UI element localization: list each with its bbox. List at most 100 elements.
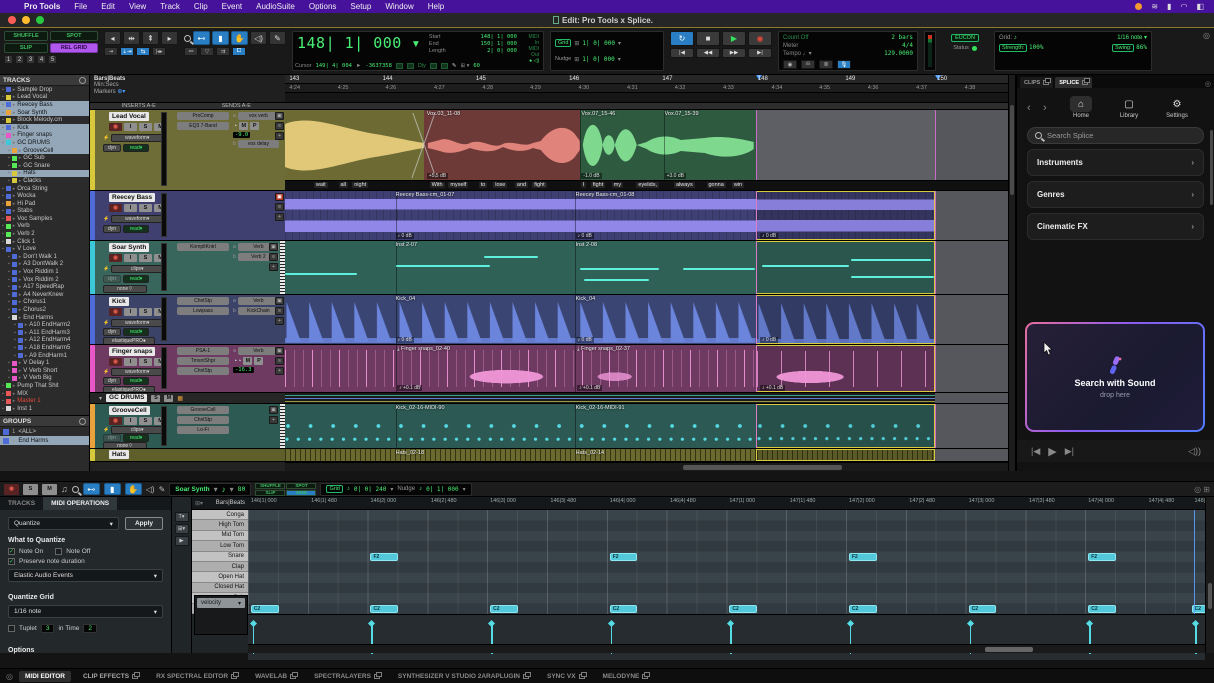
edit-selection[interactable] <box>756 110 935 180</box>
lane-view-tool[interactable]: ⊞▾ <box>175 524 189 534</box>
conductor-button[interactable]: ⎌ <box>801 60 815 69</box>
send-pre-button[interactable]: P <box>254 357 263 365</box>
edit-mode-button[interactable]: SPOT <box>50 31 98 41</box>
track-name[interactable]: Lead Vocal <box>109 112 149 121</box>
add-insert-icon[interactable]: + <box>275 132 284 140</box>
track-list-item[interactable]: ▪ ▸ Chorus1 <box>0 299 89 307</box>
track-selector-tool[interactable]: T▾ <box>175 512 189 522</box>
zoom-horizontal-icon[interactable]: ⇹ <box>123 31 140 45</box>
midi-note[interactable] <box>851 276 934 278</box>
zoom-vertical-icon[interactable]: ⇞ <box>142 31 159 45</box>
midi-grid-value[interactable]: 0| 0| 240 <box>354 486 387 493</box>
track-freeze-icon[interactable]: ▪ <box>8 299 10 305</box>
clip-name[interactable]: Kick_02-16-MIDI-90 <box>396 405 445 411</box>
layered-editing-button[interactable]: ⧠ <box>232 47 246 56</box>
zoom-out-icon[interactable]: ◂ <box>104 31 121 45</box>
clip-gain[interactable]: ♪ 0 dB <box>760 233 778 239</box>
record-enable-button[interactable]: ◉ <box>109 204 122 212</box>
midi-default-velocity[interactable]: 80 <box>238 485 246 493</box>
track-lane-gc-drums[interactable] <box>285 393 1008 404</box>
track-freeze-icon[interactable]: ▪ <box>2 110 4 116</box>
trim-tool-button[interactable]: ⊷ <box>83 483 100 495</box>
track-list-item[interactable]: ▪ ▸ GrooveCell <box>0 147 89 155</box>
clip-name[interactable]: Hats_02-14 <box>576 450 604 456</box>
insert-plugin-button[interactable]: ProComp <box>177 112 229 120</box>
midi-note[interactable] <box>285 273 357 275</box>
scrollbar-thumb[interactable] <box>683 465 842 470</box>
send-mute-button[interactable]: M <box>239 122 248 130</box>
add-insert-icon[interactable]: + <box>275 367 284 375</box>
track-list-item[interactable]: ▪ ▸ Finger snaps <box>0 132 89 140</box>
track-list-item[interactable]: ▪ ▸ Don't Walk 1 <box>0 253 89 261</box>
track-freeze-icon[interactable]: ▪ <box>2 231 4 237</box>
bottom-tab[interactable]: MELODYNE <box>597 671 655 682</box>
return-to-zero-button[interactable]: |◀ <box>670 48 694 58</box>
track-freeze-icon[interactable]: ▪ <box>8 292 10 298</box>
solo-button[interactable]: S <box>139 204 152 212</box>
lyric-marker[interactable]: With <box>430 182 445 188</box>
track-freeze-icon[interactable]: ▪ <box>2 208 4 214</box>
grabber-tool-button[interactable]: ✋ <box>231 31 248 45</box>
track-list-item[interactable]: ▪ ▸ Inst 1 <box>0 405 89 413</box>
solo-button[interactable]: S <box>139 254 152 262</box>
clip-name[interactable]: Hats_02-18 <box>396 450 424 456</box>
track-freeze-icon[interactable]: ▪ <box>2 391 4 397</box>
swing-label[interactable]: Swing: <box>1112 44 1135 52</box>
send-button[interactable]: Verb <box>238 297 279 305</box>
dyn-selector[interactable]: dyn <box>103 434 121 442</box>
dyn-selector[interactable]: dyn <box>103 377 121 385</box>
grid-toggle[interactable]: Grid <box>555 39 571 47</box>
pre-roll-button[interactable]: 🎙 <box>837 60 851 69</box>
track-freeze-icon[interactable]: ▪ <box>14 353 16 359</box>
input-monitor-button[interactable]: I <box>124 254 137 262</box>
group-item[interactable]: a End Harms <box>0 436 89 445</box>
track-name[interactable]: Reecey Bass <box>109 193 155 202</box>
clip-gain[interactable]: +5.5 dB <box>427 173 448 179</box>
nav-back-icon[interactable]: ‹ <box>1027 102 1039 114</box>
menu-item[interactable]: Event <box>222 2 242 11</box>
send-pan-knob[interactable]: ◔◔ <box>233 358 241 365</box>
record-enable-button[interactable]: ◉ <box>109 254 122 262</box>
midi-toolbar-options-icon[interactable]: ◎ ⊞ <box>1194 485 1210 494</box>
splice-library-button[interactable]: ▢Library <box>1107 96 1151 119</box>
record-enable-button[interactable]: ◉ <box>4 484 19 495</box>
track-freeze-icon[interactable]: ▪ <box>8 178 10 184</box>
elastic-audio-selector[interactable]: elastiquePRO ● <box>103 337 155 345</box>
drum-lane-name[interactable]: Mid Tom <box>192 531 248 541</box>
track-view-selector[interactable]: waveform ▾ <box>111 134 163 142</box>
quantize-grid-dropdown[interactable]: 1/16 note▾ <box>8 605 163 618</box>
track-lane-finger-snaps[interactable]: ⤓ Finger snaps_02-40⤓ Finger snaps_02-37… <box>285 345 1008 393</box>
track-list-item[interactable]: ▪ ▸ V Love <box>0 245 89 253</box>
track-name[interactable]: Kick <box>109 297 129 306</box>
speaker-icon[interactable]: ◁) <box>146 485 155 494</box>
automation-mode-selector[interactable]: read ▾ <box>123 377 149 385</box>
track-freeze-icon[interactable]: ▪ <box>2 246 4 252</box>
clip-gain[interactable]: ♪ +0.1 dB <box>760 385 785 391</box>
track-options-icon[interactable]: ▣ <box>275 297 284 305</box>
record-enable-button[interactable]: ◉ <box>109 123 122 131</box>
track-header-reecey-bass[interactable]: Reecey Bass ◉ISM ⚡waveform ▾ dynread ▾ ▣… <box>90 191 285 241</box>
main-counter[interactable]: 148| 1| 000 ▾ <box>297 34 421 64</box>
go-to-end-button[interactable]: ▶| <box>748 48 772 58</box>
default-velocity-value[interactable]: 60 <box>473 63 480 69</box>
clip-gain[interactable]: ♪ 0 dB <box>576 337 594 343</box>
track-freeze-icon[interactable]: ▪ <box>2 383 4 389</box>
lyric-marker[interactable]: my <box>612 182 623 188</box>
track-list-item[interactable]: ▪ ▸ A3 DontWalk 2 <box>0 261 89 269</box>
insert-plugin-button[interactable]: TrnsntShpr <box>177 357 229 365</box>
bottom-tab[interactable]: SYNC VX <box>541 671 591 682</box>
sends-header-label[interactable]: SENDS A-E <box>188 103 286 109</box>
track-header-gc-drums[interactable]: ▾ GC DRUMS S M ▦ <box>90 393 285 404</box>
track-freeze-icon[interactable]: ▪ <box>8 269 10 275</box>
volume-icon[interactable]: ◁)) <box>1188 446 1201 457</box>
min-secs-ruler[interactable]: 4:244:254:264:274:284:294:304:314:324:33… <box>285 84 1008 93</box>
midi-note-grid[interactable]: 146|1| 000146|1| 480146|2| 000146|2| 480… <box>248 497 1205 653</box>
midi-note-kick[interactable]: C2 <box>729 605 757 613</box>
loop-playback-button[interactable]: ↻ <box>670 31 694 46</box>
track-freeze-icon[interactable]: ▪ <box>2 186 4 192</box>
inserts-header-label[interactable]: INSERTS A-E <box>90 103 188 109</box>
clip-name[interactable]: ⤓ Finger snaps_02-40 <box>397 346 450 353</box>
insert-plugin-button[interactable]: Lo-Fi <box>177 426 229 434</box>
track-view-selector[interactable]: waveform ▾ <box>111 215 163 223</box>
insert-plugin-button[interactable]: EQ3 7-Band <box>177 122 229 130</box>
